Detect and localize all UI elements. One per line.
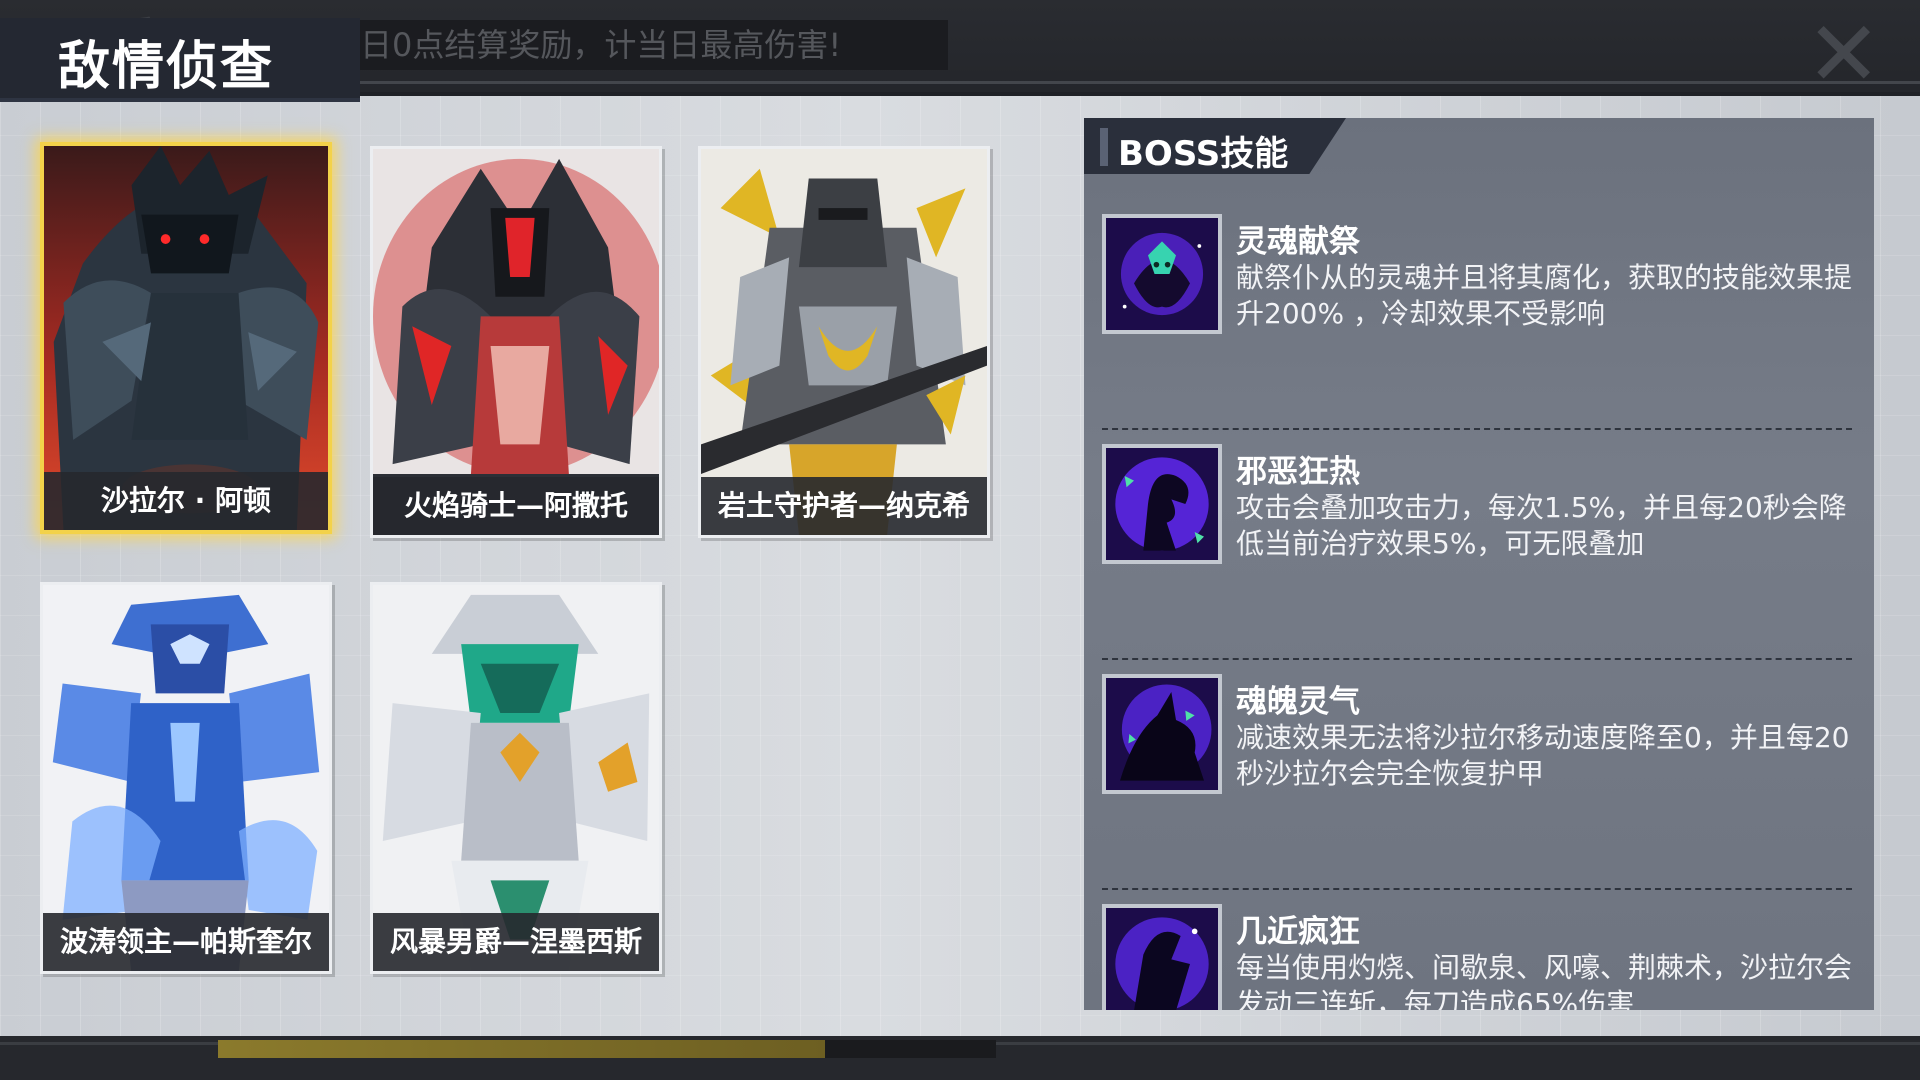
boss-card-salar[interactable]: 沙拉尔 · 阿顿 <box>40 142 332 534</box>
bottom-bar <box>0 1036 1920 1080</box>
progress-fill <box>218 1040 825 1058</box>
near-madness-icon <box>1102 904 1222 1010</box>
boss-name: 波涛领主—帕斯奎尔 <box>43 913 329 971</box>
boss-name: 岩土守护者—纳克希 <box>701 477 987 535</box>
skill-name: 几近疯狂 <box>1236 914 1360 950</box>
boss-card-pasquale[interactable]: 波涛领主—帕斯奎尔 <box>40 582 332 974</box>
boss-card-nakhi[interactable]: 岩土守护者—纳克希 <box>698 146 990 538</box>
close-icon[interactable]: ✕ <box>1806 10 1896 100</box>
reward-banner: 每日0点结算奖励，计当日最高伤害! <box>318 20 948 70</box>
skill-description: 攻击会叠加攻击力，每次1.5%，并且每20秒会降低当前治疗效果5%，可无限叠加 <box>1236 491 1847 560</box>
boss-name: 风暴男爵—涅墨西斯 <box>373 913 659 971</box>
boss-name: 沙拉尔 · 阿顿 <box>44 472 328 530</box>
evil-frenzy-icon <box>1102 444 1222 564</box>
soul-sacrifice-icon <box>1102 214 1222 334</box>
skill-item: 邪恶狂热 攻击会叠加攻击力，每次1.5%，并且每20秒会降低当前治疗效果5%，可… <box>1102 444 1862 674</box>
skill-divider <box>1102 428 1852 430</box>
skill-description: 减速效果无法将沙拉尔移动速度降至0，并且每20秒沙拉尔会完全恢复护甲 <box>1236 721 1850 790</box>
skill-item: 灵魂献祭 献祭仆从的灵魂并且将其腐化，获取的技能效果提升200% ，冷却效果不受… <box>1102 214 1862 444</box>
boss-card-nemesis[interactable]: 风暴男爵—涅墨西斯 <box>370 582 662 974</box>
skill-name: 魂魄灵气 <box>1236 684 1360 720</box>
skill-item: 几近疯狂 每当使用灼烧、间歇泉、风嚎、荆棘术，沙拉尔会发动三连斩，每刀造成65%… <box>1102 904 1862 1010</box>
skill-description: 献祭仆从的灵魂并且将其腐化，获取的技能效果提升200% ，冷却效果不受影响 <box>1236 261 1853 330</box>
skill-name: 邪恶狂热 <box>1236 454 1360 490</box>
boss-skills-panel: BOSS技能 灵魂献祭 献祭仆从的灵魂并且将其腐化，获取的技能效果提升200% … <box>1084 118 1874 1010</box>
header-accent <box>1100 128 1108 166</box>
skills-header: BOSS技能 <box>1084 118 1346 174</box>
skill-description: 每当使用灼烧、间歇泉、风嚎、荆棘术，沙拉尔会发动三连斩，每刀造成65%伤害 <box>1236 951 1853 1010</box>
skills-header-label: BOSS技能 <box>1118 134 1289 174</box>
soul-aura-icon <box>1102 674 1222 794</box>
skill-divider <box>1102 658 1852 660</box>
boss-name: 火焰骑士—阿撒托 <box>373 477 659 535</box>
skill-item: 魂魄灵气 减速效果无法将沙拉尔移动速度降至0，并且每20秒沙拉尔会完全恢复护甲 <box>1102 674 1862 904</box>
skill-divider <box>1102 888 1852 890</box>
boss-card-azathoth[interactable]: 火焰骑士—阿撒托 <box>370 146 662 538</box>
page-title: 敌情侦查 <box>58 37 275 97</box>
progress-bar <box>218 1040 996 1058</box>
skill-name: 灵魂献祭 <box>1236 224 1360 260</box>
